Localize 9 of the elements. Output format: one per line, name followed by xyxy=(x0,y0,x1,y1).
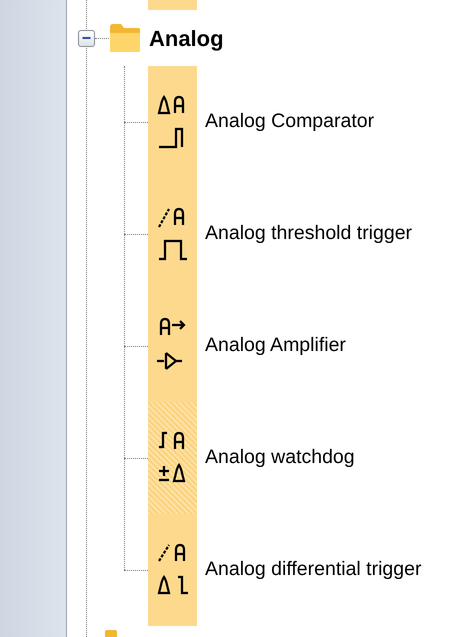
tree-item-label[interactable]: Analog watchdog xyxy=(205,443,355,473)
folder-label[interactable]: Analog xyxy=(149,22,224,54)
tree-item-label[interactable]: Analog Comparator xyxy=(205,107,374,137)
tree-item-label[interactable]: Analog differential trigger xyxy=(205,555,422,585)
minus-icon xyxy=(82,37,91,39)
tree-item-label[interactable]: Analog Amplifier xyxy=(205,331,346,361)
tree-item-label[interactable]: Analog threshold trigger xyxy=(205,219,412,249)
icon-strip xyxy=(148,0,197,10)
collapse-button[interactable] xyxy=(78,30,95,46)
